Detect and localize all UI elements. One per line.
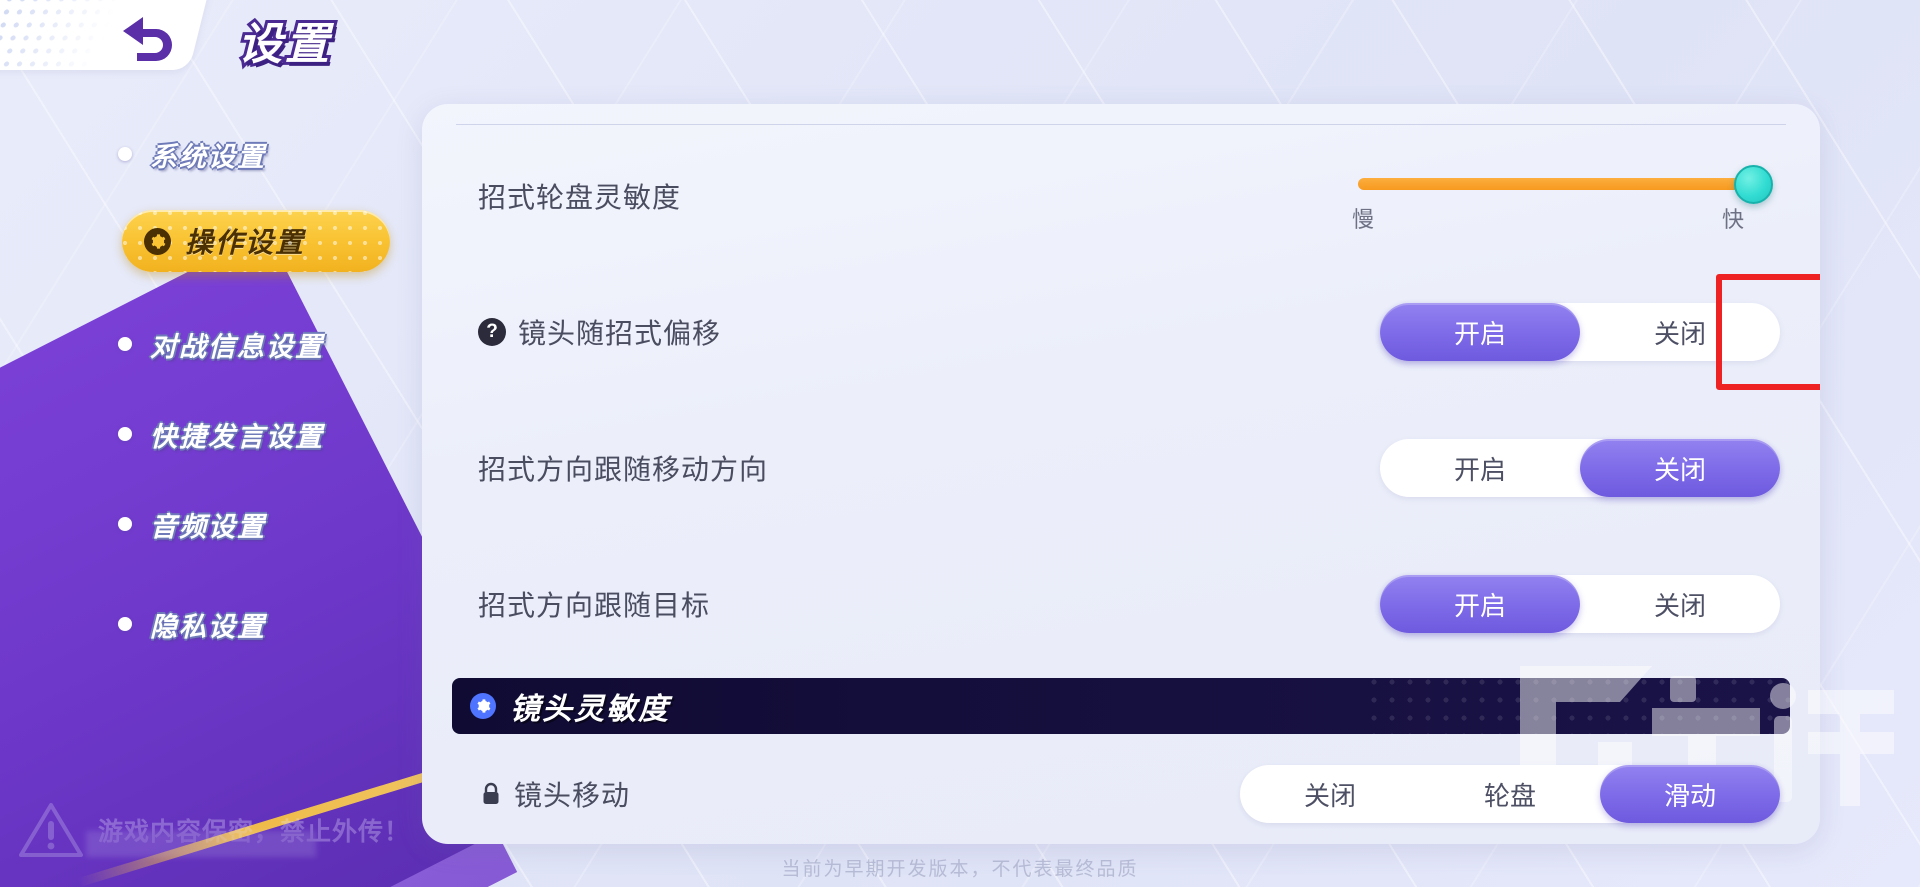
camera-offset-toggle[interactable]: 开启 关闭 bbox=[1380, 303, 1780, 361]
disclaimer-text: 当前为早期开发版本，不代表最终品质 bbox=[781, 859, 1139, 880]
toggle-option-wheel[interactable]: 轮盘 bbox=[1420, 765, 1600, 823]
gear-icon bbox=[144, 227, 171, 255]
section-title: 镜头灵敏度 bbox=[510, 693, 670, 726]
sensitivity-slider[interactable]: 慢 快 bbox=[1350, 156, 1780, 236]
toggle-option-off[interactable]: 关闭 bbox=[1580, 303, 1780, 361]
gear-icon bbox=[470, 693, 496, 719]
setting-row-camera-move: 镜头移动 关闭 轮盘 滑动 bbox=[422, 734, 1820, 844]
lock-icon bbox=[478, 780, 504, 808]
settings-panel: 招式轮盘灵敏度 慢 快 ? 镜头随招式偏移 开启 关闭 招式方向跟随移动方向 开… bbox=[422, 104, 1820, 844]
settings-rows: 招式轮盘灵敏度 慢 快 ? 镜头随招式偏移 开启 关闭 招式方向跟随移动方向 开… bbox=[422, 128, 1820, 844]
skill-follow-target-toggle[interactable]: 开启 关闭 bbox=[1380, 575, 1780, 633]
row-label-wrap: ? 镜头随招式偏移 bbox=[478, 312, 1380, 352]
row-label: 招式轮盘灵敏度 bbox=[478, 182, 682, 213]
toggle-option-on[interactable]: 开启 bbox=[1380, 575, 1580, 633]
slider-max-label: 快 bbox=[1722, 207, 1745, 232]
row-label: 招式方向跟随移动方向 bbox=[478, 454, 769, 485]
sidebar-item-label: 音频设置 bbox=[150, 511, 266, 542]
sidebar-item-battle-info[interactable]: 对战信息设置 bbox=[118, 318, 324, 370]
back-button[interactable] bbox=[112, 6, 180, 66]
halftone-dots bbox=[0, 0, 121, 70]
camera-move-toggle[interactable]: 关闭 轮盘 滑动 bbox=[1240, 765, 1780, 823]
toggle-option-on[interactable]: 开启 bbox=[1380, 439, 1580, 497]
bullet-dot-icon bbox=[118, 617, 132, 631]
warning-triangle-icon bbox=[19, 803, 83, 857]
toggle-option-swipe[interactable]: 滑动 bbox=[1600, 765, 1780, 823]
bullet-dot-icon bbox=[118, 517, 132, 531]
sidebar-item-label: 对战信息设置 bbox=[150, 331, 324, 362]
sidebar-item-privacy[interactable]: 隐私设置 bbox=[118, 598, 266, 650]
row-label: 镜头随招式偏移 bbox=[518, 318, 722, 349]
confidential-text: 游戏内容保密，禁止外传！ bbox=[98, 818, 411, 846]
sidebar-item-controls[interactable]: 操作设置 bbox=[122, 210, 390, 272]
sidebar-item-label: 操作设置 bbox=[185, 227, 306, 258]
question-mark-icon[interactable]: ? bbox=[478, 318, 506, 346]
slider-fill bbox=[1358, 178, 1754, 190]
sidebar-item-label: 快捷发言设置 bbox=[150, 421, 324, 452]
toggle-option-off[interactable]: 关闭 bbox=[1580, 575, 1780, 633]
redaction-blur bbox=[86, 831, 316, 857]
toggle-option-on[interactable]: 开启 bbox=[1380, 303, 1580, 361]
sidebar-item-quick-chat[interactable]: 快捷发言设置 bbox=[118, 408, 324, 460]
back-arrow-icon bbox=[123, 17, 172, 61]
row-label-wrap: 招式方向跟随目标 bbox=[478, 584, 1380, 624]
slider-min-label: 慢 bbox=[1352, 207, 1375, 232]
slider-knob[interactable] bbox=[1734, 165, 1773, 204]
sidebar-item-label: 系统设置 bbox=[150, 141, 266, 172]
setting-row-wheel-sensitivity: 招式轮盘灵敏度 慢 快 bbox=[422, 128, 1820, 264]
sidebar-item-label: 隐私设置 bbox=[150, 611, 266, 642]
bullet-dot-icon bbox=[118, 337, 132, 351]
sidebar-item-system[interactable]: 系统设置 bbox=[118, 128, 266, 180]
row-label: 镜头移动 bbox=[514, 780, 631, 811]
setting-row-camera-offset: ? 镜头随招式偏移 开启 关闭 bbox=[422, 264, 1820, 400]
row-label-wrap: 镜头移动 bbox=[478, 774, 1240, 814]
toggle-option-off[interactable]: 关闭 bbox=[1580, 439, 1780, 497]
section-header-camera-sensitivity: 镜头灵敏度 bbox=[452, 678, 1790, 734]
confidential-watermark: 游戏内容保密，禁止外传！ bbox=[18, 801, 410, 859]
setting-row-skill-follow-target: 招式方向跟随目标 开启 关闭 bbox=[422, 536, 1820, 672]
sidebar: 系统设置 操作设置 对战信息设置 快捷发言设置 音频设置 隐私设置 bbox=[0, 100, 420, 800]
page-title: 设置 bbox=[235, 17, 332, 72]
setting-row-skill-follow-move: 招式方向跟随移动方向 开启 关闭 bbox=[422, 400, 1820, 536]
row-label: 招式方向跟随目标 bbox=[478, 590, 711, 621]
row-label-wrap: 招式轮盘灵敏度 bbox=[478, 176, 1350, 216]
row-label-wrap: 招式方向跟随移动方向 bbox=[478, 448, 1380, 488]
bullet-dot-icon bbox=[118, 147, 132, 161]
panel-divider bbox=[456, 124, 1786, 125]
sidebar-item-audio[interactable]: 音频设置 bbox=[118, 498, 266, 550]
bullet-dot-icon bbox=[118, 427, 132, 441]
settings-screen: 设置 系统设置 操作设置 对战信息设置 快捷发言设置 音频设置 隐私设置 游戏内… bbox=[0, 0, 1920, 887]
toggle-option-off[interactable]: 关闭 bbox=[1240, 765, 1420, 823]
skill-follow-move-toggle[interactable]: 开启 关闭 bbox=[1380, 439, 1780, 497]
